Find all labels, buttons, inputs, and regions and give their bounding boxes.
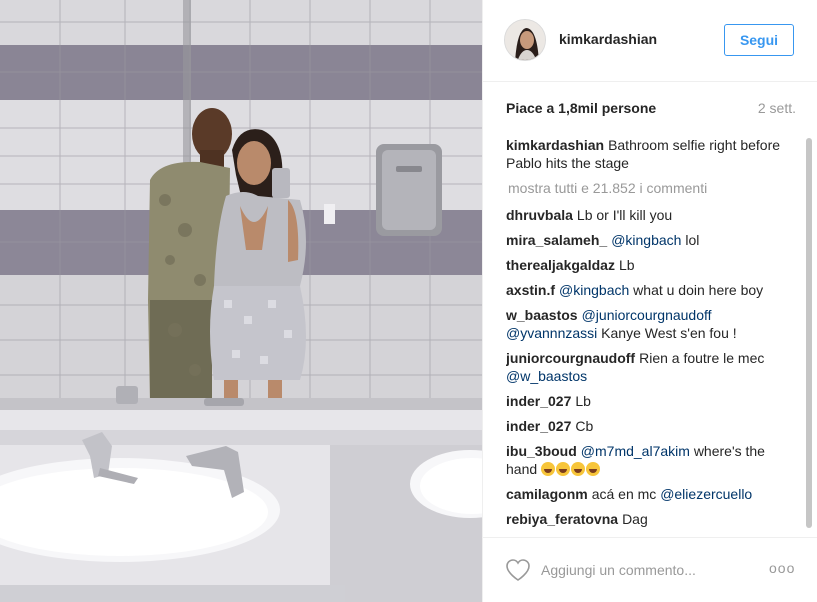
comment-author[interactable]: inder_027 <box>506 393 571 409</box>
comment-author[interactable]: dhruvbala <box>506 207 573 223</box>
more-options-icon[interactable]: ooo <box>769 560 797 580</box>
comment-text: lol <box>685 232 700 248</box>
post-caption: kimkardashian Bathroom selfie right befor… <box>506 136 798 172</box>
comment-mention[interactable]: @m7md_al7akim <box>581 443 690 459</box>
post-timestamp[interactable]: 2 sett. <box>758 100 796 116</box>
profile-avatar[interactable] <box>504 19 546 61</box>
comment-mention[interactable]: @eliezercuello <box>660 486 752 502</box>
post-header: kimkardashian Segui <box>483 0 817 82</box>
add-comment-input[interactable] <box>541 558 741 582</box>
comment-mention[interactable]: @kingbach <box>611 232 681 248</box>
comment-author[interactable]: therealjakgaldaz <box>506 257 615 273</box>
laughing-emoji-icon <box>556 462 571 476</box>
comment-item: camilagonm acá en mc @eliezercuello <box>506 485 798 503</box>
comment-item: therealjakgaldaz Lb <box>506 256 798 274</box>
comment-mention[interactable]: @yvannnzassi <box>506 325 597 341</box>
bathroom-selfie-photo <box>0 0 482 602</box>
comment-author[interactable]: juniorcourgnaudoff <box>506 350 635 366</box>
comment-mention[interactable]: @kingbach <box>559 282 629 298</box>
heart-icon[interactable] <box>505 558 531 582</box>
laughing-emoji-icon <box>541 462 556 476</box>
comment-author[interactable]: mira_salameh_ <box>506 232 607 248</box>
comment-text: acá en mc <box>591 486 657 502</box>
comment-item: w_baastos @juniorcourgnaudoff @yvannnzass… <box>506 306 798 342</box>
comment-mention[interactable]: @w_baastos <box>506 368 587 384</box>
load-more-comments-link[interactable]: mostra tutti e 21.852 i commenti <box>508 179 798 197</box>
comment-item: dhruvbala Lb or I'll kill you <box>506 206 798 224</box>
comment-text: Lb <box>575 393 591 409</box>
comment-item: inder_027 Lb <box>506 392 798 410</box>
follow-button[interactable]: Segui <box>724 24 794 56</box>
likes-count[interactable]: Piace a 1,8mil persone <box>506 100 656 116</box>
avatar-image <box>505 20 545 60</box>
comment-item: ibu_3boud @m7md_al7akim where's the hand <box>506 442 798 478</box>
comments-list[interactable]: kimkardashian Bathroom selfie right befor… <box>506 136 798 531</box>
comment-text: what u doin here boy <box>633 282 764 298</box>
scrollbar-thumb[interactable] <box>806 138 812 528</box>
comment-item: rebiya_feratovna Dag <box>506 510 798 528</box>
comment-author[interactable]: ibu_3boud <box>506 443 577 459</box>
comment-text: Cb <box>575 418 594 434</box>
comment-item: inder_027 Cb <box>506 417 798 435</box>
comment-text: Lb or I'll kill you <box>576 207 673 223</box>
post-photo[interactable] <box>0 0 482 602</box>
grinning-emoji-icon <box>586 462 601 476</box>
comment-item: juniorcourgnaudoff Rien a foutre le mec @… <box>506 349 798 385</box>
post-footer: ooo <box>483 537 817 602</box>
comment-author[interactable]: camilagonm <box>506 486 588 502</box>
comment-author[interactable]: rebiya_feratovna <box>506 511 618 527</box>
comment-item: mira_salameh_ @kingbach lol <box>506 231 798 249</box>
comments-scrollbar[interactable] <box>805 136 813 536</box>
comment-text: Lb <box>618 257 635 273</box>
comment-author[interactable]: axstin.f <box>506 282 555 298</box>
comment-author[interactable]: inder_027 <box>506 418 571 434</box>
post-author-username[interactable]: kimkardashian <box>559 31 657 47</box>
comment-text: Kanye West s'en fou ! <box>601 325 737 341</box>
caption-author[interactable]: kimkardashian <box>506 137 604 153</box>
comment-text: Rien a foutre le mec <box>639 350 765 366</box>
comment-item: axstin.f @kingbach what u doin here boy <box>506 281 798 299</box>
comment-author[interactable]: w_baastos <box>506 307 578 323</box>
post-details-panel: kimkardashian Segui Piace a 1,8mil perso… <box>482 0 817 602</box>
comment-text: Dag <box>622 511 648 527</box>
comment-mention[interactable]: @juniorcourgnaudoff <box>582 307 712 323</box>
post-stats: Piace a 1,8mil persone 2 sett. <box>506 100 796 120</box>
laughing-emoji-icon <box>571 462 586 476</box>
